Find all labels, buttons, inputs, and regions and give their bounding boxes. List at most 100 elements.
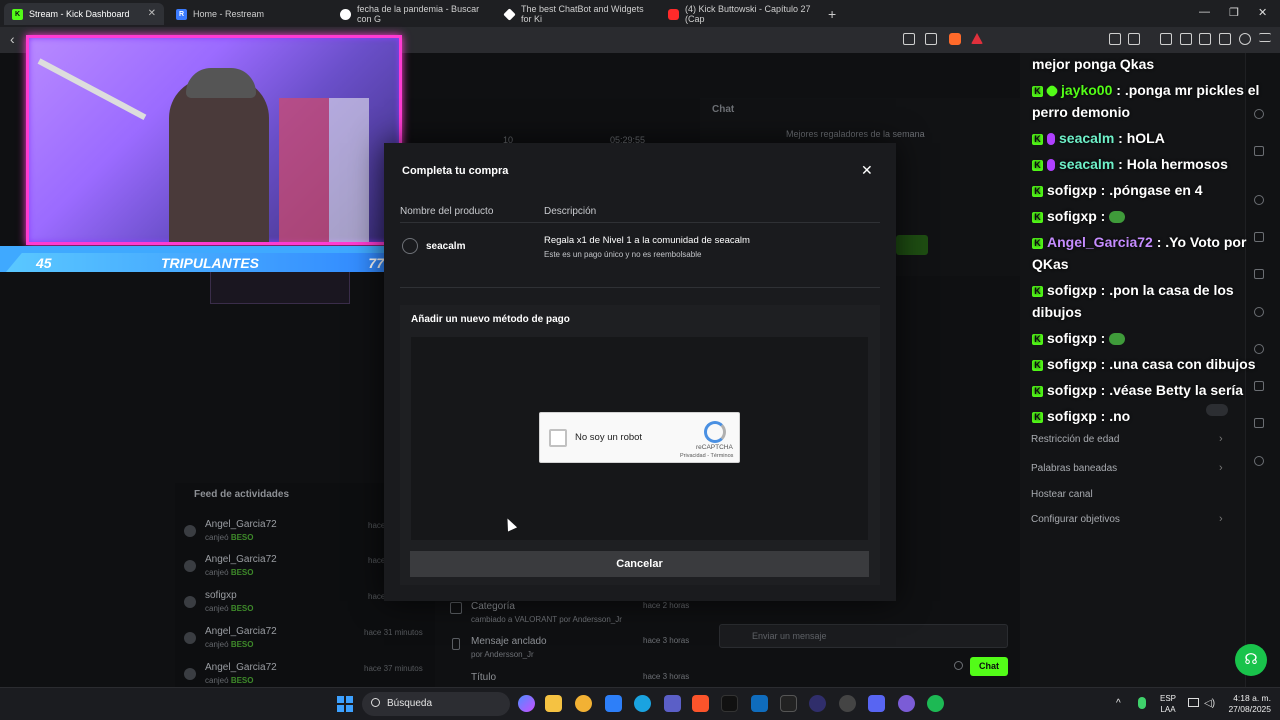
- wallet-icon[interactable]: [1199, 33, 1211, 45]
- extensions-icon[interactable]: [1109, 33, 1121, 45]
- feed-item: Angel_Garcia72 canjeó BESO hace 31 minut…: [180, 626, 430, 658]
- kick-badge-icon: K: [1032, 133, 1043, 145]
- dollar-app-icon[interactable]: [575, 695, 592, 712]
- close-tab-icon[interactable]: ✕: [148, 8, 156, 19]
- setting-label: Palabras baneadas: [1031, 463, 1118, 474]
- tiktok-icon[interactable]: [721, 695, 738, 712]
- setting-banned-words[interactable]: Palabras baneadas ›: [1031, 462, 1223, 474]
- close-icon[interactable]: ✕: [861, 162, 873, 179]
- product-description-note: Este es un pago único y no es reembolsab…: [544, 250, 702, 259]
- close-window-icon[interactable]: ✕: [1258, 6, 1267, 19]
- setting-configure-goals[interactable]: Configurar objetivos ›: [1031, 513, 1223, 525]
- chat-message-input[interactable]: Enviar un mensaje: [719, 624, 1008, 648]
- mute-icon[interactable]: [903, 33, 915, 45]
- microphone-icon[interactable]: [1138, 697, 1146, 709]
- chat-text: : Hola hermosos: [1118, 156, 1228, 172]
- teams-icon[interactable]: [664, 695, 681, 712]
- tab-botrix[interactable]: The best ChatBot and Widgets for Ki: [496, 3, 656, 25]
- tab-youtube[interactable]: (4) Kick Buttowski - Capítulo 27 (Cap: [660, 3, 820, 25]
- language-indicator[interactable]: ESP LAA: [1158, 693, 1178, 715]
- gift-icon: [184, 596, 196, 608]
- feed-username: Angel_Garcia72: [205, 519, 277, 530]
- copilot-icon[interactable]: [518, 695, 535, 712]
- product-name: seacalm: [426, 241, 466, 252]
- widgets-icon[interactable]: [1254, 456, 1264, 466]
- cancel-button[interactable]: Cancelar: [410, 551, 869, 577]
- event-sub: por Andersson_Jr: [471, 650, 534, 659]
- chat-panel-title: Chat: [712, 104, 735, 115]
- new-tab-button[interactable]: +: [828, 6, 836, 22]
- chevron-up-icon[interactable]: ^: [1116, 698, 1121, 709]
- setting-age-restriction[interactable]: Restricción de edad ›: [1031, 433, 1223, 445]
- windows-start-icon[interactable]: [337, 696, 353, 712]
- event-title: Mensaje anclado: [471, 636, 547, 647]
- chat-message: K Angel_Garcia72 : .Yo Voto por QKas: [1032, 231, 1270, 275]
- brave-shield-icon[interactable]: [949, 33, 961, 45]
- epic-games-icon[interactable]: [780, 695, 797, 712]
- restore-icon[interactable]: ❐: [1229, 6, 1239, 19]
- sidebar-icon[interactable]: [1180, 33, 1192, 45]
- file-explorer-icon[interactable]: [545, 695, 562, 712]
- setting-host-channel[interactable]: Hostear canal: [1031, 489, 1093, 500]
- network-icon[interactable]: [1188, 698, 1199, 707]
- screenshot-icon[interactable]: [1128, 33, 1140, 45]
- spotify-icon[interactable]: [927, 695, 944, 712]
- recaptcha-brand: reCAPTCHA: [696, 444, 733, 451]
- feed-action: canjeó BESO: [205, 568, 254, 577]
- store-icon[interactable]: [605, 695, 622, 712]
- payment-section-title: Añadir un nuevo método de pago: [411, 314, 570, 325]
- vpn-icon[interactable]: [1239, 33, 1251, 45]
- mic-arm-shape: [37, 58, 147, 120]
- sub-badge-icon: [1047, 159, 1055, 172]
- minimize-icon[interactable]: —: [1199, 6, 1210, 18]
- leo-icon[interactable]: [1219, 33, 1231, 45]
- brave-rewards-icon[interactable]: [971, 33, 983, 44]
- frog-emote-icon: [1109, 211, 1126, 224]
- feed-time: hace 31 minutos: [364, 628, 423, 637]
- feed-username: Angel_Garcia72: [205, 626, 277, 637]
- recaptcha-checkbox[interactable]: [549, 429, 567, 447]
- setting-label: Configurar objetivos: [1031, 514, 1120, 525]
- steam-icon[interactable]: [839, 695, 856, 712]
- brave-icon[interactable]: [692, 695, 709, 712]
- setting-label: Hostear canal: [1031, 489, 1093, 500]
- menu-icon[interactable]: [1259, 33, 1271, 42]
- recaptcha-logo-icon: [704, 421, 726, 443]
- chevron-right-icon: ›: [1219, 433, 1223, 445]
- chat-text: : .véase Betty la sería: [1100, 382, 1244, 398]
- taskbar-clock[interactable]: 4:18 a. m. 27/08/2025: [1226, 693, 1271, 715]
- chevron-right-icon: ›: [1219, 462, 1223, 474]
- discord-icon[interactable]: [868, 695, 885, 712]
- music-icon[interactable]: [1160, 33, 1172, 45]
- obs-icon[interactable]: [809, 695, 826, 712]
- tab-label: (4) Kick Buttowski - Capítulo 27 (Cap: [685, 4, 811, 24]
- tab-restream[interactable]: R Home - Restream: [168, 3, 328, 25]
- webcam-label: TRIPULANTES: [161, 254, 259, 271]
- botrix-icon: [503, 7, 516, 21]
- share-icon[interactable]: [925, 33, 937, 45]
- chat-settings-icon[interactable]: [954, 661, 963, 670]
- promote-button[interactable]: [896, 235, 928, 255]
- send-chat-button[interactable]: Chat: [970, 657, 1008, 676]
- event-time: hace 2 horas: [643, 601, 690, 610]
- recaptcha-privacy-links[interactable]: Privacidad - Términos: [680, 453, 733, 459]
- back-arrow-icon[interactable]: ‹: [10, 31, 15, 47]
- chat-username: jayko00: [1061, 82, 1113, 98]
- volume-icon[interactable]: ◁): [1204, 698, 1215, 709]
- taskbar-search[interactable]: Búsqueda: [362, 692, 510, 716]
- tab-google-search[interactable]: fecha de la pandemia - Buscar con G: [332, 3, 492, 25]
- feed-username: Angel_Garcia72: [205, 662, 277, 673]
- product-description: Regala x1 de Nivel 1 a la comunidad de s…: [544, 235, 750, 246]
- chat-message: Ksofigxp : .pon la casa de los dibujos: [1032, 279, 1270, 323]
- edge-icon[interactable]: [634, 695, 651, 712]
- tab-label: fecha de la pandemia - Buscar con G: [357, 4, 480, 24]
- category-icon: [450, 602, 462, 614]
- tab-kick-dashboard[interactable]: K Stream - Kick Dashboard ✕: [4, 3, 164, 25]
- outlook-icon[interactable]: [751, 695, 768, 712]
- support-chat-icon[interactable]: ☊: [1235, 644, 1267, 676]
- chat-message: Ksofigxp : .no: [1032, 405, 1270, 427]
- webcam-label-bar: 45 TRIPULANTES 77: [6, 253, 402, 272]
- chat-username: sofigxp: [1047, 356, 1097, 372]
- chat-app-icon[interactable]: [898, 695, 915, 712]
- kick-badge-icon: K: [1032, 211, 1043, 223]
